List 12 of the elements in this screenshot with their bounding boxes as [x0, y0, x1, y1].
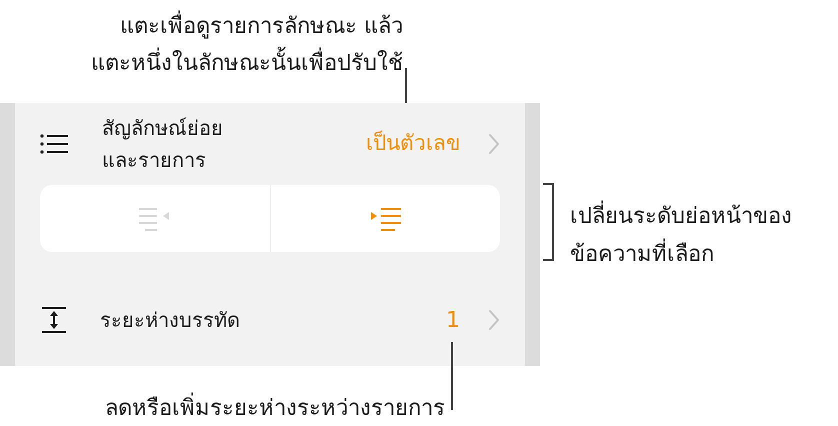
line-spacing-icon: [42, 307, 66, 333]
line-spacing-label: ระยะห่างบรรทัด: [100, 307, 240, 334]
bullets-lists-label: สัญลักษณ์ย่อย และรายการ: [102, 115, 223, 174]
line-spacing-value[interactable]: 1: [446, 304, 460, 336]
leader-line: [451, 342, 453, 410]
list-style-value[interactable]: เป็นตัวเลข: [366, 128, 460, 160]
chevron-right-icon: [488, 133, 500, 155]
chevron-right-icon: [488, 309, 500, 331]
callout-text: ลดหรือเพิ่มระยะห่างระหว่างรายการ: [105, 394, 445, 424]
callout-text: เปลี่ยนระดับย่อหน้าของ ข้อความที่เลือก: [570, 198, 792, 274]
list-icon: [40, 134, 68, 154]
callout-text: แตะเพื่อดูรายการลักษณะ แล้ว แตะหนึ่งในลักษณะนั้นเพื่อปรับใช้: [91, 8, 403, 82]
